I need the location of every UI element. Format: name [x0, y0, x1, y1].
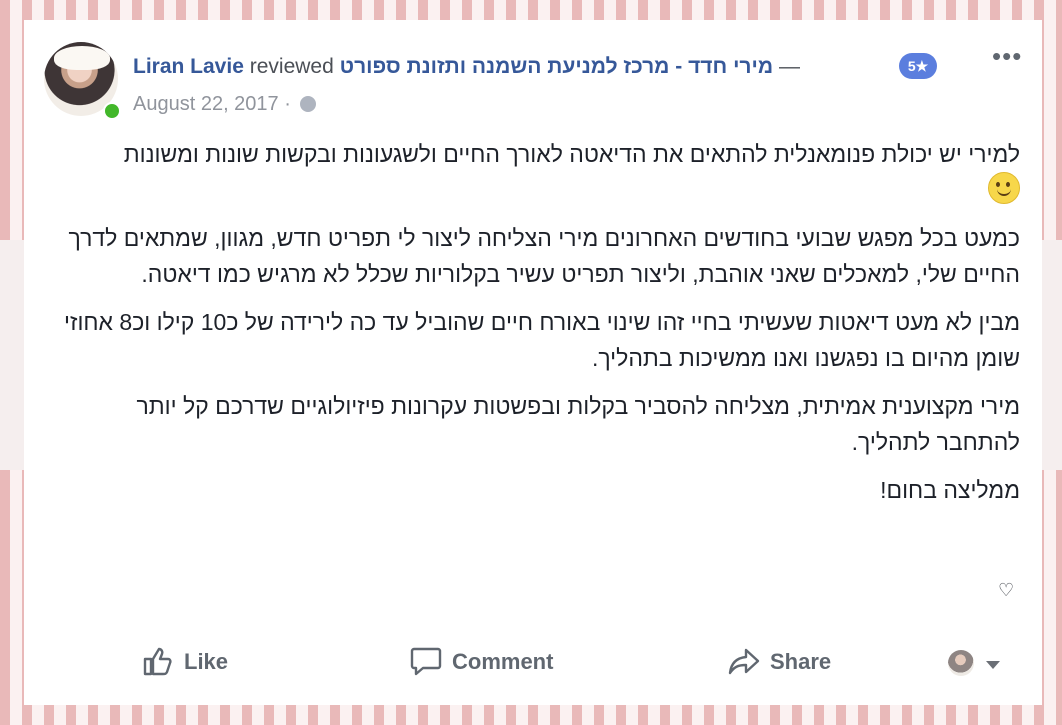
like-label: Like	[184, 649, 229, 674]
comment-label: Comment	[452, 649, 554, 674]
share-button[interactable]: Share	[728, 640, 831, 684]
rating-badge[interactable]: 5★	[899, 53, 937, 79]
comment-icon	[410, 647, 442, 676]
review-body: למירי יש יכולת פנומאנלית להתאים את הדיאט…	[60, 136, 1020, 520]
author-name-link[interactable]: Liran Lavie	[133, 55, 244, 78]
date-separator: ·	[284, 93, 291, 115]
review-paragraph-4: מירי מקצוענית אמיתית, מצליחה להסביר בקלו…	[136, 393, 1020, 455]
review-paragraph-5: ממליצה בחום!	[880, 477, 1020, 503]
review-date-link[interactable]: August 22, 2017	[133, 93, 279, 115]
online-status-dot	[103, 102, 121, 120]
more-options-icon[interactable]: •••	[992, 43, 1021, 70]
globe-icon[interactable]	[300, 96, 317, 112]
review-verb: reviewed	[249, 55, 334, 78]
review-dash: —	[778, 55, 800, 78]
smile-emoji-icon	[988, 172, 1020, 204]
user-avatar-icon	[948, 650, 974, 676]
review-header: Liran Lavie reviewed מירי חדד - מרכז למנ…	[133, 52, 903, 82]
review-paragraph-2: כמעט בכל מפגש שבועי בחודשים האחרונים מיר…	[68, 225, 1020, 287]
avatar-hair	[54, 46, 110, 70]
share-arrow-icon	[728, 648, 760, 675]
thumbs-up-icon	[143, 647, 172, 676]
reaction-selector[interactable]	[948, 650, 1002, 678]
review-paragraph-3: מבין לא מעט דיאטות שעשיתי בחיי זהו שינוי…	[64, 309, 1020, 371]
paragraph-text-1: למירי יש יכולת פנומאנלית להתאים את הדיאט…	[123, 141, 1020, 167]
heart-icon: ♡	[998, 580, 1015, 600]
comment-button[interactable]: Comment	[410, 640, 553, 684]
chevron-down-icon	[986, 661, 1000, 669]
review-paragraph-1: למירי יש יכולת פנומאנלית להתאים את הדיאט…	[60, 136, 1020, 208]
share-label: Share	[770, 649, 832, 674]
like-button[interactable]: Like	[142, 640, 228, 684]
reviewed-page-link[interactable]: מירי חדד - מרכז למניעת השמנה ותזונת ספור…	[340, 55, 773, 78]
review-date-line: August 22, 2017 ·	[133, 90, 373, 118]
action-bar: Like Comment Share	[130, 640, 1010, 684]
